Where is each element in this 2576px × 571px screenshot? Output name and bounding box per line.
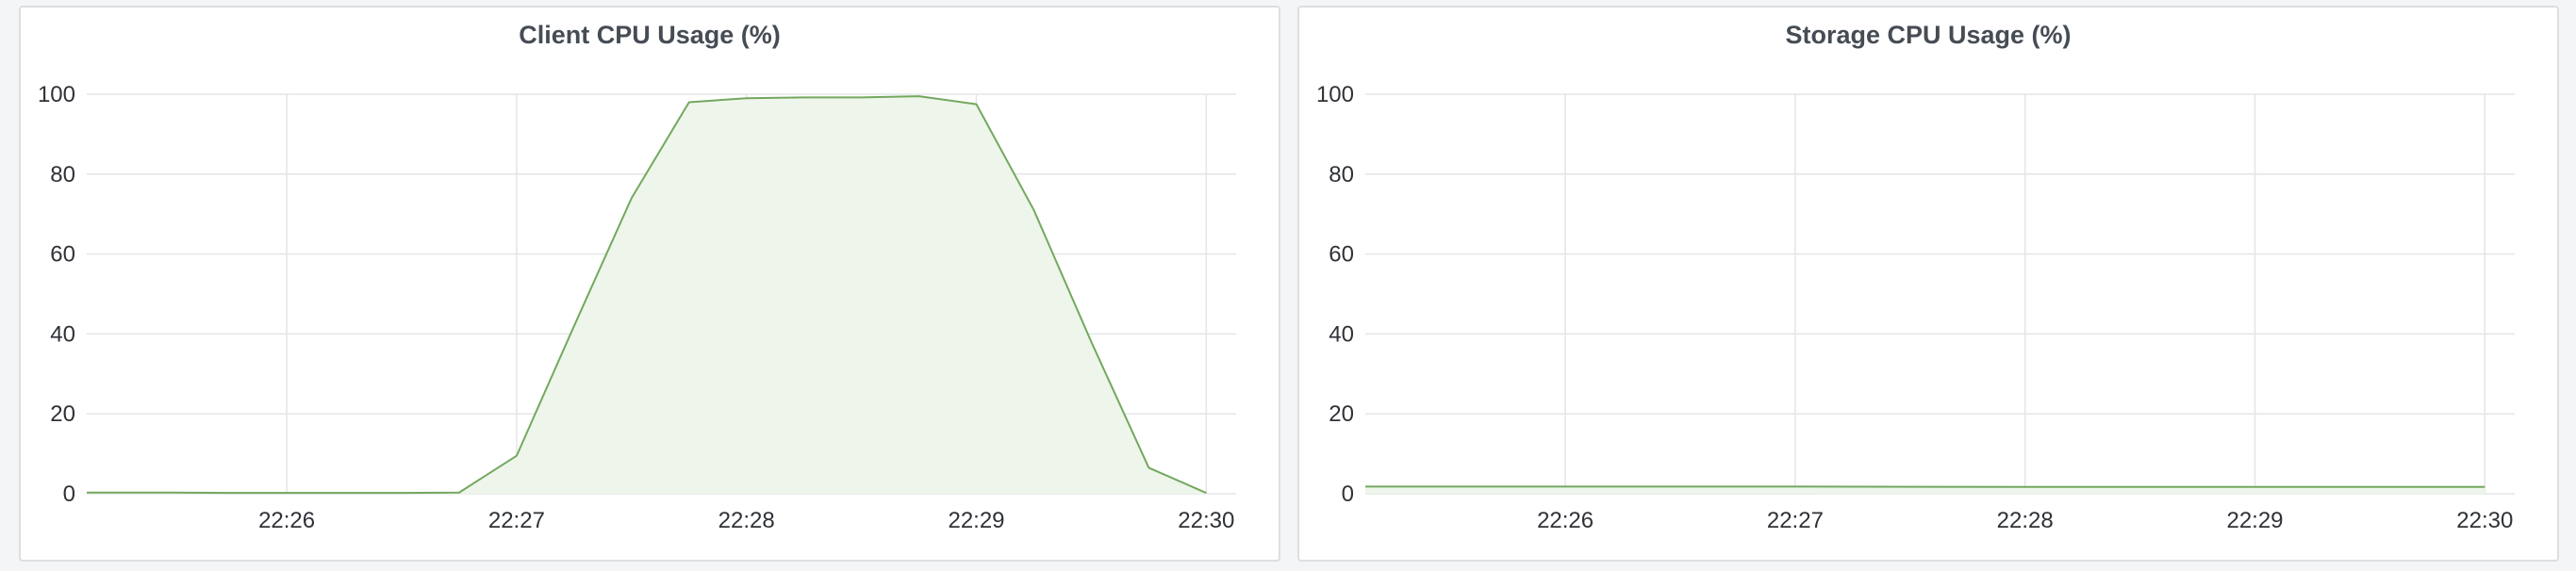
x-tick-label: 22:27 (488, 508, 545, 533)
storage-cpu-chart[interactable]: 0 20 40 60 80 100 22:26 22:27 22:28 22:29 22:30 (1299, 8, 2561, 563)
y-tick-label: 40 (50, 321, 75, 347)
x-tick-label: 22:28 (718, 508, 775, 533)
series-area (87, 96, 1207, 495)
client-cpu-panel[interactable]: Client CPU Usage (%) 0 20 40 60 80 100 22:26 22… (19, 6, 1280, 562)
x-tick-label: 22:28 (1997, 508, 2054, 533)
x-tick-label: 22:29 (2226, 508, 2283, 533)
x-tick-label: 22:30 (2456, 508, 2513, 533)
x-tick-label: 22:26 (1537, 508, 1593, 533)
storage-cpu-panel[interactable]: Storage CPU Usage (%) 0 20 40 60 80 100 22:26 2… (1297, 6, 2559, 562)
y-tick-label: 20 (1329, 401, 1354, 427)
y-tick-label: 60 (1329, 242, 1354, 268)
y-tick-label: 0 (1342, 481, 1354, 507)
y-tick-label: 80 (1329, 162, 1354, 188)
dashboard: Client CPU Usage (%) 0 20 40 60 80 100 22:26 22… (0, 0, 2576, 571)
y-tick-label: 0 (63, 481, 75, 507)
x-tick-label: 22:30 (1178, 508, 1234, 533)
x-tick-label: 22:27 (1767, 508, 1824, 533)
y-tick-label: 20 (50, 401, 75, 427)
x-tick-label: 22:26 (258, 508, 315, 533)
y-tick-label: 60 (50, 242, 75, 268)
client-cpu-chart[interactable]: 0 20 40 60 80 100 22:26 22:27 22:28 22:29 22:30 (21, 8, 1282, 563)
y-tick-label: 100 (38, 82, 75, 107)
y-tick-label: 40 (1329, 321, 1354, 347)
y-tick-label: 80 (50, 162, 75, 188)
y-tick-label: 100 (1316, 82, 1354, 107)
x-tick-label: 22:29 (948, 508, 1004, 533)
